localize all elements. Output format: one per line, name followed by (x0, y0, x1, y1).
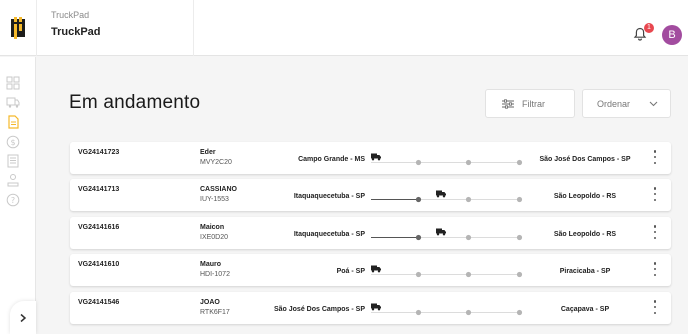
driver-name: Eder (200, 149, 216, 156)
sidebar-expand-button[interactable] (10, 301, 36, 334)
progress-dot (465, 196, 472, 203)
progress-dot (465, 234, 472, 241)
notification-badge: 1 (644, 23, 654, 33)
vehicle-plate: IUY-1553 (200, 196, 229, 203)
truckpad-logo[interactable] (0, 0, 36, 56)
trip-row[interactable]: VG24141546 JOAO RTK6F17 São José Dos Cam… (70, 292, 671, 324)
progress-dot (415, 309, 422, 316)
truck-icon (371, 153, 381, 161)
chevron-right-icon (20, 313, 27, 322)
trip-code: VG24141616 (78, 224, 120, 231)
sliders-icon (502, 98, 514, 109)
progress-dot (465, 271, 472, 278)
chevron-down-icon (649, 101, 658, 106)
sidebar: $ ? (0, 57, 36, 334)
trip-destination: São Leopoldo - RS (553, 231, 617, 238)
trip-progress (371, 228, 526, 242)
vehicle-plate: IXE0D20 (200, 234, 229, 241)
progress-track (371, 190, 523, 203)
report-icon[interactable] (6, 154, 20, 168)
trip-row[interactable]: VG24141713 CASSIANO IUY-1553 Itaquaquece… (70, 179, 671, 211)
driver-name: Maicon (200, 224, 225, 231)
company-selector[interactable]: TruckPad TruckPad (36, 0, 194, 56)
order-label: Ordenar (597, 98, 631, 109)
truck-icon (371, 303, 381, 311)
progress-dot (465, 159, 472, 166)
trip-code: VG24141713 (78, 186, 120, 193)
trip-destination: São Leopoldo - RS (553, 193, 617, 200)
company-name: TruckPad (51, 26, 101, 38)
more-options-icon[interactable] (652, 187, 658, 201)
trip-progress (371, 153, 526, 167)
truck-icon (371, 265, 381, 273)
driver-icon[interactable] (6, 173, 20, 187)
more-options-icon[interactable] (652, 300, 658, 314)
order-select[interactable]: Ordenar (582, 89, 671, 118)
driver-name: Mauro (200, 261, 221, 268)
progress-dot (415, 234, 422, 241)
trip-origin: São José Dos Campos - SP (273, 306, 365, 313)
progress-dot (516, 234, 523, 241)
company-subtitle: TruckPad (51, 10, 90, 20)
progress-dot (516, 309, 523, 316)
progress-track (371, 153, 523, 166)
progress-track (371, 228, 523, 241)
progress-dot (516, 196, 523, 203)
truck-icon (436, 228, 446, 236)
svg-text:?: ? (11, 196, 15, 205)
dollar-icon[interactable]: $ (6, 135, 20, 149)
trip-origin: Poá - SP (336, 268, 365, 275)
driver-name: JOAO (200, 299, 220, 306)
help-icon[interactable]: ? (6, 193, 20, 207)
more-options-icon[interactable] (652, 150, 658, 164)
vehicle-plate: RTK6F17 (200, 309, 230, 316)
trip-progress (371, 303, 526, 317)
progress-dot (516, 159, 523, 166)
filter-button[interactable]: Filtrar (485, 89, 575, 118)
trip-destination: Caçapava - SP (560, 306, 610, 313)
page-title: Em andamento (69, 92, 201, 113)
progress-dot (415, 271, 422, 278)
trip-row[interactable]: VG24141610 Mauro HDI-1072 Poá - SP Pirac… (70, 254, 671, 286)
truckpad-logo-icon (11, 17, 25, 39)
trip-progress (371, 190, 526, 204)
svg-text:$: $ (10, 138, 15, 147)
progress-dot (516, 271, 523, 278)
vehicle-plate: MVY2C20 (200, 159, 232, 166)
vehicle-plate: HDI-1072 (200, 271, 230, 278)
trip-row[interactable]: VG24141616 Maicon IXE0D20 Itaquaquecetub… (70, 217, 671, 249)
driver-name: CASSIANO (200, 186, 237, 193)
top-header: TruckPad TruckPad 1 B (0, 0, 688, 56)
more-options-icon[interactable] (652, 262, 658, 276)
trip-code: VG24141723 (78, 149, 120, 156)
dashboard-icon[interactable] (6, 76, 20, 90)
trip-origin: Itaquaquecetuba - SP (293, 231, 365, 238)
progress-track (371, 303, 523, 316)
truck-icon (436, 190, 446, 198)
trip-progress (371, 265, 526, 279)
progress-dot (465, 309, 472, 316)
truck-icon[interactable] (6, 95, 20, 109)
trip-origin: Itaquaquecetuba - SP (293, 193, 365, 200)
user-avatar[interactable]: B (662, 25, 682, 45)
progress-track (371, 265, 523, 278)
document-icon[interactable] (6, 115, 20, 129)
trip-row[interactable]: VG24141723 Eder MVY2C20 Campo Grande - M… (70, 142, 671, 174)
progress-dot (415, 159, 422, 166)
trip-code: VG24141610 (78, 261, 120, 268)
progress-dot (415, 196, 422, 203)
trip-destination: São José Dos Campos - SP (539, 156, 631, 163)
trip-destination: Piracicaba - SP (559, 268, 611, 275)
more-options-icon[interactable] (652, 225, 658, 239)
trip-origin: Campo Grande - MS (298, 156, 365, 163)
trip-code: VG24141546 (78, 299, 120, 306)
filter-label: Filtrar (522, 98, 545, 109)
